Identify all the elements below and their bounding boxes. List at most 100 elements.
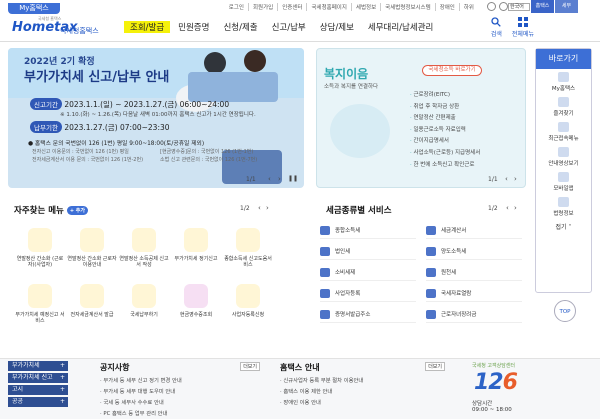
period2-row: 납부기한 2023.1.27.(금) 07:00~23:30	[30, 121, 170, 133]
freq-item[interactable]: 부가가치세 정기신고	[170, 228, 222, 262]
freq-item[interactable]: 연말정산 간소화 (근로자)(사업자)	[14, 228, 66, 268]
guide-item[interactable]: 신규사업자 등록 부분 절차 이용안내	[280, 376, 445, 384]
tax-item[interactable]: 소비세제	[320, 264, 416, 281]
util-link-lawsys[interactable]: 국세법령정보시스템	[381, 3, 436, 11]
tax-item[interactable]: 사업자등록	[320, 285, 416, 302]
footer-link[interactable]: 부가가치세 신고	[8, 373, 68, 383]
welfare-next-icon[interactable]: ›	[514, 175, 517, 183]
welfare-item[interactable]: 간이지급명세서	[410, 136, 480, 148]
util-link-nts[interactable]: 국세청홈페이지	[307, 3, 352, 11]
freq-item[interactable]: 종합소득세 신고도움서비스	[222, 228, 274, 268]
quick-mobile[interactable]: 모바일앱	[536, 169, 591, 194]
quick-favorites[interactable]: 즐겨찾기	[536, 94, 591, 119]
welfare-item[interactable]: 근로장려(EITC)	[410, 90, 480, 102]
welfare-list: 근로장려(EITC) 취업 후 학자금 상환 연말정산 간편제출 일용근로소득 …	[410, 90, 481, 172]
period1-tag: 신고기간	[30, 98, 62, 110]
freq-pager: 1/2	[240, 205, 250, 212]
banner-pause-icon[interactable]: ❚❚	[288, 175, 298, 182]
sitemap-label: 전체메뉴	[511, 31, 534, 38]
welfare-item[interactable]: 사업소득(근로등) 지급명세서	[410, 148, 481, 160]
freq-next-icon[interactable]: ›	[266, 204, 269, 212]
banner-pager: 1/1	[246, 176, 256, 183]
welfare-link-button[interactable]: 국세청소득 바로가기	[422, 65, 482, 76]
tax-item[interactable]: 근로자녀장려금	[426, 306, 522, 323]
welfare-item[interactable]: 일용근로소득 자료입력	[410, 125, 480, 137]
tax-item[interactable]: 법인세	[320, 243, 416, 260]
tax-item[interactable]: 국세자료열람	[426, 285, 522, 302]
top-tax-icon[interactable]: 세무	[555, 0, 578, 13]
footer-link[interactable]: 고시	[8, 385, 68, 395]
tax-item[interactable]: 세금계산서	[426, 222, 522, 239]
freq-item-label: 부가가치세 예정신고 서비스	[15, 312, 65, 324]
welfare-prev-icon[interactable]: ‹	[505, 175, 508, 183]
quick-law[interactable]: 법령정보	[536, 194, 591, 219]
accessibility-icon[interactable]	[487, 2, 496, 11]
home-icon	[558, 72, 569, 82]
notice-item[interactable]: 부가세 등 세무 대행 도우미 안내	[100, 387, 260, 395]
nav-certificate[interactable]: 민원증명	[172, 21, 215, 33]
freq-item[interactable]: 현금영수증조회	[170, 284, 222, 318]
nav-inquiry-issue[interactable]: 조회/발급	[124, 21, 171, 33]
footer-link[interactable]: 부가가치세	[8, 361, 68, 371]
notice-item[interactable]: 부가세 등 세무 신고 정기 변경 안내	[100, 376, 260, 384]
freq-item[interactable]: 연말정산 소득공제 신고서 작성	[118, 228, 170, 268]
util-link-sub[interactable]: 하위	[460, 3, 478, 11]
guide-more-button[interactable]: 더보기	[425, 362, 445, 371]
language-select[interactable]: 한국어	[508, 3, 530, 11]
welfare-item[interactable]: 연말정산 간편제출	[410, 113, 480, 125]
freq-item[interactable]: 부가가치세 예정신고 서비스	[14, 284, 66, 324]
tax-pager: 1/2	[488, 205, 498, 212]
headset-icon	[184, 284, 208, 308]
tax-next-icon[interactable]: ›	[514, 204, 517, 212]
my-hometax-button[interactable]: My홈택스	[8, 3, 60, 14]
notice-more-button[interactable]: 더보기	[240, 362, 260, 371]
banner-contact: ● 홈택스 문의 국번없이 126 (1번) 평일 9:00~18:00(토/공…	[28, 141, 205, 147]
welfare-title: 복지이음	[324, 67, 369, 81]
tax-item[interactable]: 증명서발급주소	[320, 306, 416, 323]
top-hometax-icon[interactable]: 홈택스	[531, 0, 554, 13]
freq-item[interactable]: 국세납부하기	[118, 284, 170, 318]
notice-item[interactable]: 국세 등 세무사 수수료 안내	[100, 398, 260, 406]
freq-add-button[interactable]: + 추가	[66, 206, 88, 215]
search-button[interactable]: 검색	[491, 17, 502, 38]
welfare-item[interactable]: 취업 후 학자금 상환	[410, 102, 480, 114]
util-link-law[interactable]: 세법정보	[352, 3, 382, 11]
util-link-access[interactable]: 장애인	[436, 3, 460, 11]
nav-report-pay[interactable]: 신고/납부	[266, 21, 312, 33]
notice-item[interactable]: PC 홈택스 등 업무 관리 안내	[100, 409, 260, 417]
freq-item[interactable]: 전자세금계산서 발급	[66, 284, 118, 318]
corporate-tax-icon	[320, 246, 330, 256]
quick-my-hometax[interactable]: My홈택스	[536, 69, 591, 94]
freq-prev-icon[interactable]: ‹	[258, 204, 261, 212]
tax-item[interactable]: 종합소득세	[320, 222, 416, 239]
guide-item[interactable]: 장애인 이용 안내	[280, 398, 445, 406]
quick-nav-collapse[interactable]: 접기 ˄	[536, 222, 591, 231]
banner-prev-icon[interactable]: ‹	[268, 175, 271, 183]
tax-prev-icon[interactable]: ‹	[506, 204, 509, 212]
util-link-login[interactable]: 로그인	[225, 3, 249, 11]
header-divider	[0, 41, 600, 42]
footer-link[interactable]: 공공	[8, 397, 68, 407]
sitemap-button[interactable]: 전체메뉴	[512, 17, 534, 38]
util-link-signup[interactable]: 회원가입	[249, 3, 279, 11]
util-link-cert[interactable]: 인증센터	[278, 3, 308, 11]
zoom-icon[interactable]	[499, 2, 508, 11]
top-button[interactable]: TOP	[554, 300, 576, 322]
freq-item[interactable]: 연말정산 간소화 근로자 이용안내	[66, 228, 118, 268]
banner-next-icon[interactable]: ›	[278, 175, 281, 183]
freq-item[interactable]: 사업자등록신청	[222, 284, 274, 318]
invoice-icon	[80, 284, 104, 308]
tax-item[interactable]: 양도소득세	[426, 243, 522, 260]
welfare-item[interactable]: 한 번에 소득신고 확인근로	[410, 160, 480, 172]
quick-recent[interactable]: 최근접속메뉴	[536, 119, 591, 144]
site-logo[interactable]: 국세청 홈택스 Hometax 국세청홈택스	[12, 16, 99, 40]
nav-consult-report[interactable]: 상담/제보	[314, 21, 360, 33]
nav-apply-submit[interactable]: 신청/제출	[217, 21, 263, 33]
callcenter-number: 126	[474, 370, 518, 395]
guide-item[interactable]: 홈택스 이용 제한 안내	[280, 387, 445, 395]
search-icon	[491, 17, 502, 27]
freq-item-label: 연말정산 소득공제 신고서 작성	[119, 256, 169, 268]
quick-video[interactable]: 안내영상보기	[536, 144, 591, 169]
tax-item[interactable]: 원천세	[426, 264, 522, 281]
nav-tax-agent[interactable]: 세무대리/납세관리	[362, 21, 439, 33]
